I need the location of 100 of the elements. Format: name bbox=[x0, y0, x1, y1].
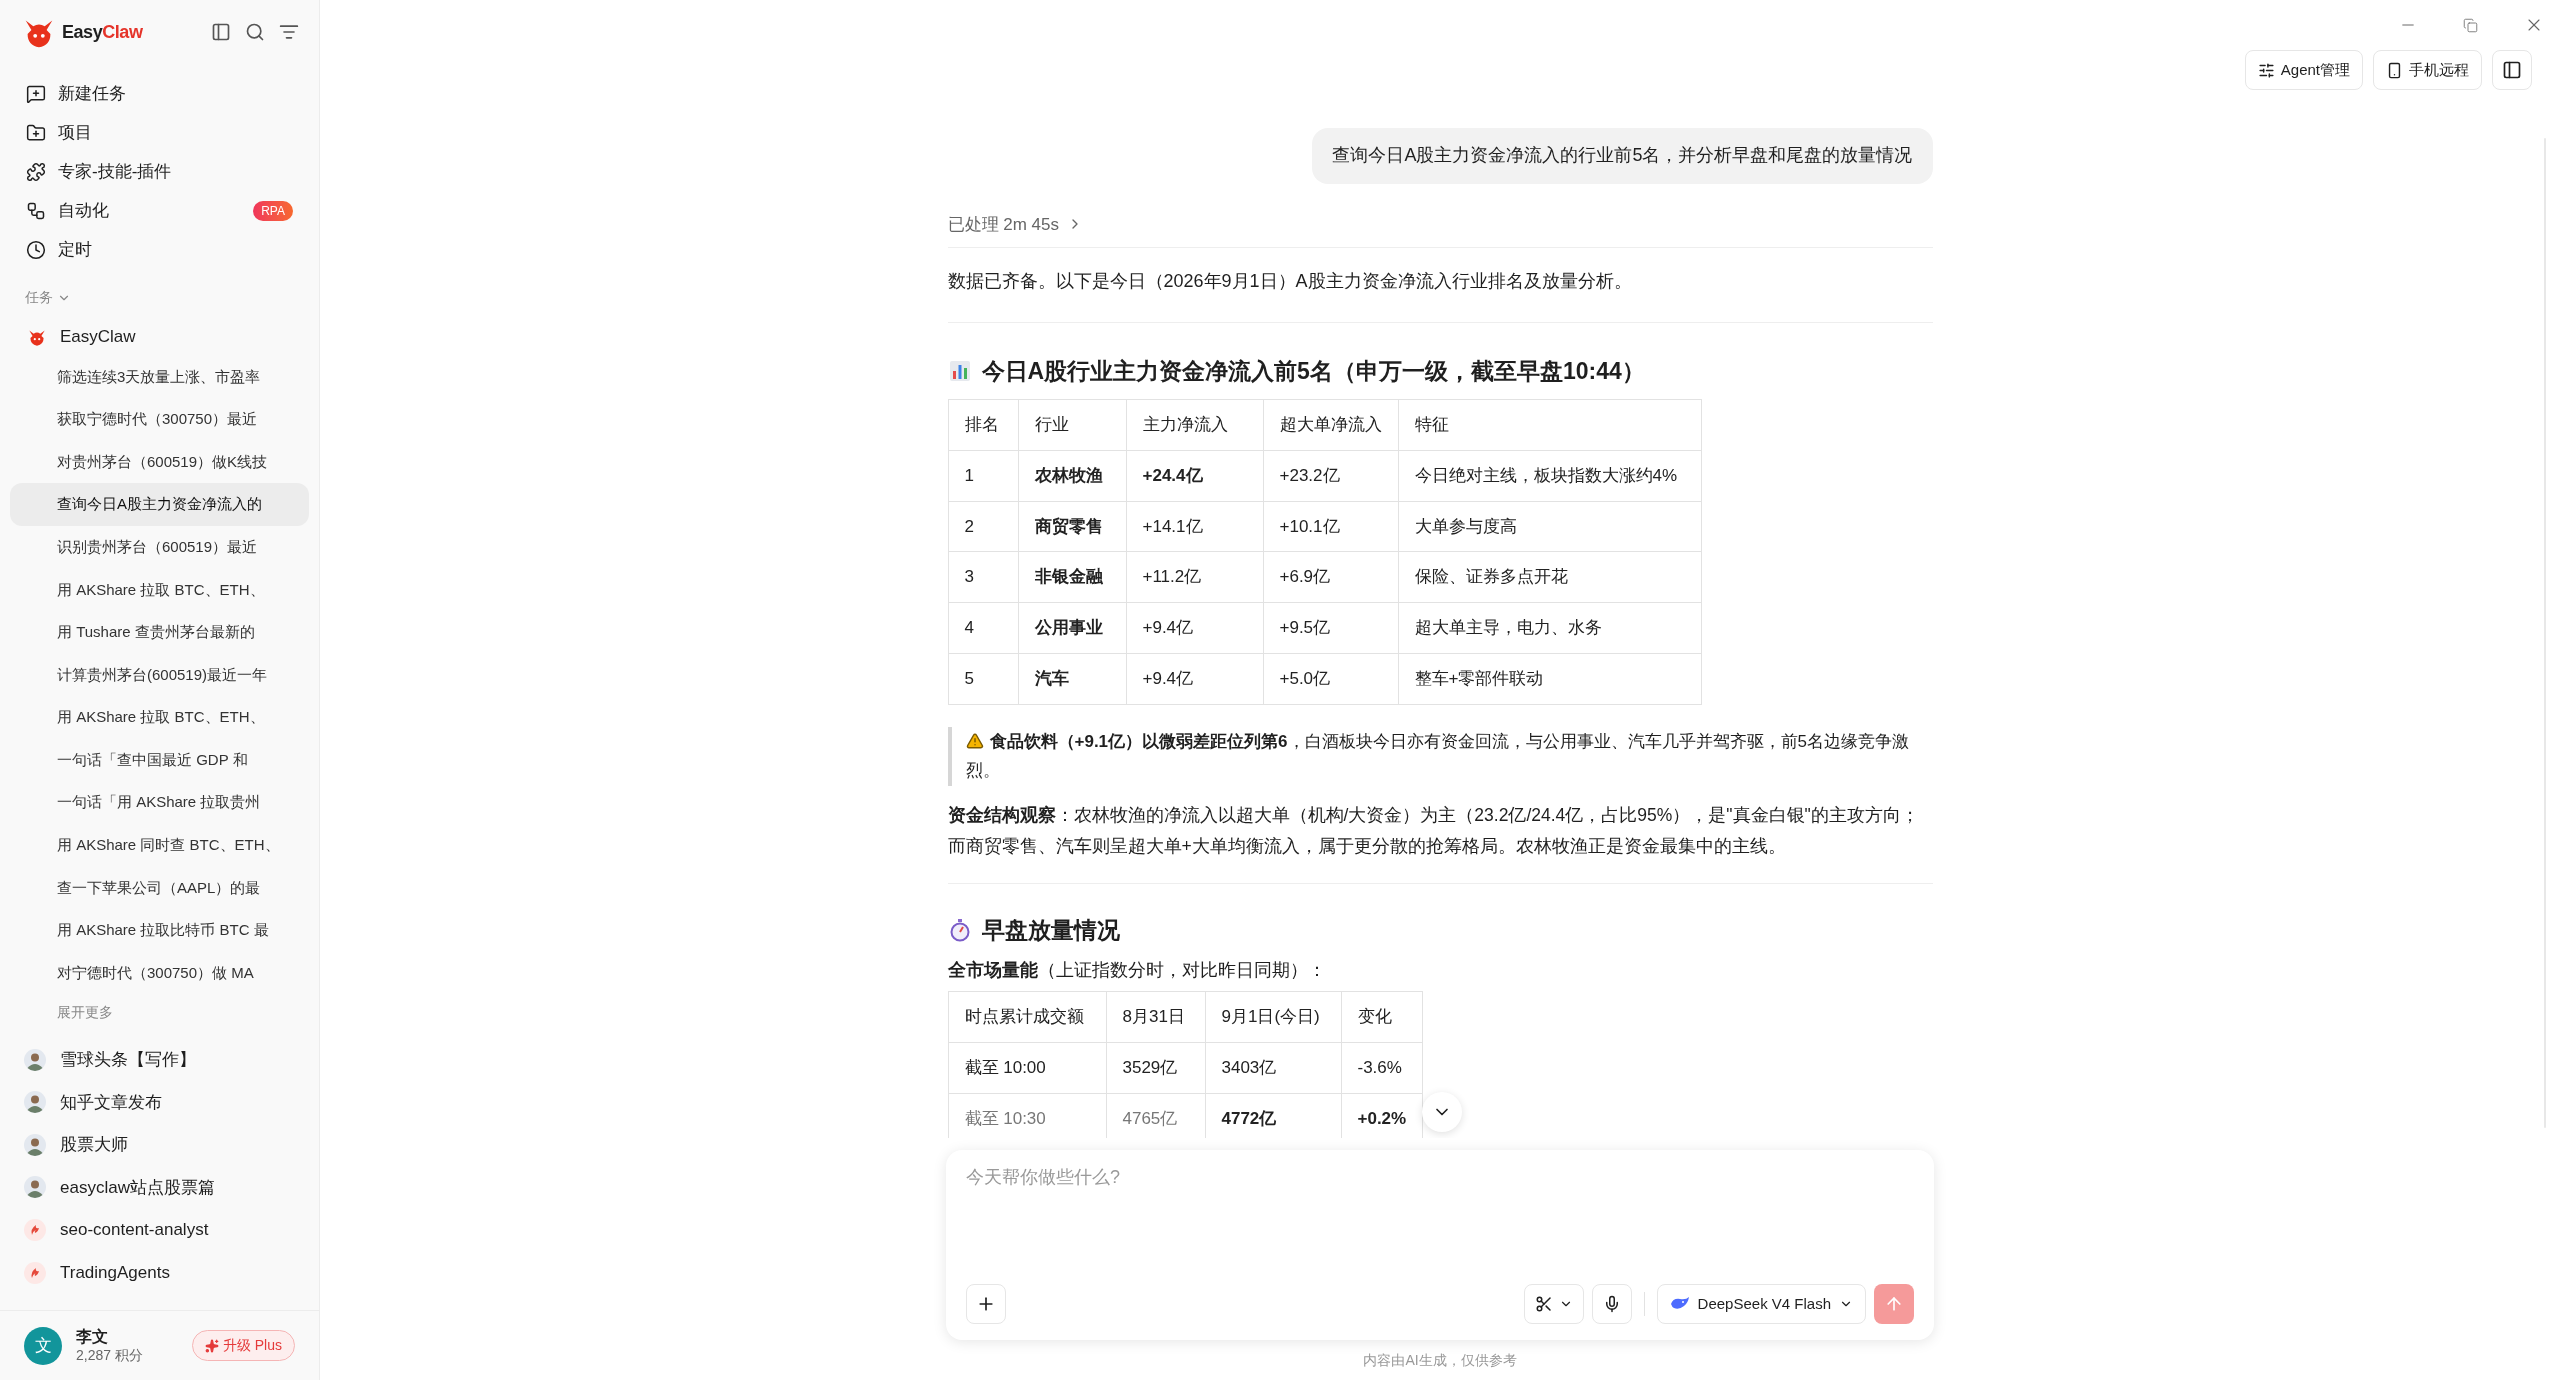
show-more-link[interactable]: 展开更多 bbox=[10, 994, 309, 1031]
column-header: 超大单净流入 bbox=[1263, 399, 1398, 451]
filter-icon[interactable] bbox=[279, 22, 299, 42]
avatar-icon bbox=[24, 1048, 46, 1071]
bar-chart-icon bbox=[947, 358, 972, 383]
table-cell: +11.2亿 bbox=[1126, 551, 1263, 603]
table-cell: 2 bbox=[948, 501, 1018, 552]
table-cell: +5.0亿 bbox=[1263, 653, 1398, 704]
puzzle-icon bbox=[26, 161, 46, 182]
table-cell: 5 bbox=[948, 653, 1018, 704]
task-item[interactable]: 识别贵州茅台（600519）最近 bbox=[10, 525, 309, 569]
task-item[interactable]: 计算贵州茅台(600519)最近一年 bbox=[10, 653, 309, 697]
phone-remote-button[interactable]: 手机远程 bbox=[2373, 50, 2482, 90]
column-header: 9月1日(今日) bbox=[1205, 991, 1341, 1043]
table-cell: 超大单主导，电力、水务 bbox=[1398, 602, 1701, 654]
phone-icon bbox=[2386, 61, 2403, 79]
column-header: 8月31日 bbox=[1106, 991, 1205, 1043]
column-header: 变化 bbox=[1341, 991, 1423, 1043]
table-cell: 汽车 bbox=[1018, 653, 1126, 704]
model-selector[interactable]: DeepSeek V4 Flash bbox=[1656, 1284, 1866, 1324]
sliders-icon bbox=[2257, 61, 2275, 79]
section-toggle[interactable]: 任务 bbox=[0, 287, 319, 308]
warning-icon bbox=[965, 731, 984, 750]
scissors-icon bbox=[1534, 1295, 1553, 1313]
rpa-badge: RPA bbox=[253, 200, 293, 221]
agent-item[interactable]: 股票大师 bbox=[24, 1123, 295, 1167]
table-cell: 农林牧渔 bbox=[1018, 450, 1126, 501]
nav-item[interactable]: 新建任务 bbox=[12, 74, 307, 113]
whale-icon bbox=[1669, 1296, 1690, 1312]
avatar-icon bbox=[24, 1133, 46, 1156]
table-cell: 大单参与度高 bbox=[1398, 501, 1701, 552]
user-points: 2,287 积分 bbox=[76, 1346, 143, 1365]
agent-item[interactable]: 知乎文章发布 bbox=[24, 1081, 295, 1124]
task-item[interactable]: 对宁德时代（300750）做 MA bbox=[10, 951, 309, 995]
nav-item[interactable]: 专家-技能-插件 bbox=[12, 152, 307, 191]
column-header: 特征 bbox=[1398, 399, 1701, 451]
microphone-button[interactable] bbox=[1591, 1284, 1632, 1324]
user-message: 查询今日A股主力资金净流入的行业前5名，并分析早盘和尾盘的放量情况 bbox=[1312, 128, 1933, 184]
message-input[interactable]: 今天帮你做些什么? bbox=[966, 1164, 1914, 1284]
panel-icon bbox=[2502, 60, 2522, 80]
table-cell: +6.9亿 bbox=[1263, 551, 1398, 603]
task-item[interactable]: 获取宁德时代（300750）最近 bbox=[10, 398, 309, 441]
task-item[interactable]: 用 AKShare 拉取比特币 BTC 最 bbox=[10, 909, 309, 952]
task-item[interactable]: 筛选连续3天放量上涨、市盈率 bbox=[10, 355, 309, 399]
agent-item[interactable]: seo-content-analyst bbox=[24, 1208, 295, 1252]
table-cell: +23.2亿 bbox=[1263, 450, 1398, 501]
table-cell: +9.4亿 bbox=[1126, 653, 1263, 704]
table-cell: +9.5亿 bbox=[1263, 602, 1398, 654]
chat-plus-icon bbox=[26, 83, 46, 104]
task-item[interactable]: 查一下苹果公司（AAPL）的最 bbox=[10, 866, 309, 910]
tools-button[interactable] bbox=[1523, 1284, 1584, 1324]
flame-avatar-icon bbox=[24, 1261, 46, 1284]
search-icon[interactable] bbox=[245, 22, 265, 42]
section-heading: 早盘放量情况 bbox=[981, 916, 1120, 946]
table-cell: 公用事业 bbox=[1018, 602, 1126, 654]
table-cell: +14.1亿 bbox=[1126, 501, 1263, 552]
task-item[interactable]: 一句话「查中国最近 GDP 和 bbox=[10, 738, 309, 782]
agent-item[interactable]: TradingAgents bbox=[24, 1251, 295, 1294]
sidebar-toggle-icon[interactable] bbox=[211, 22, 231, 42]
table-cell: 整车+零部件联动 bbox=[1398, 653, 1701, 704]
table-cell: 3529亿 bbox=[1106, 1042, 1205, 1094]
user-avatar[interactable]: 文 bbox=[24, 1326, 62, 1365]
group-title[interactable]: EasyClaw bbox=[60, 324, 136, 350]
upgrade-button[interactable]: 升级 Plus bbox=[191, 1330, 295, 1361]
agent-button[interactable]: Agent管理 bbox=[2244, 50, 2363, 90]
nav-item[interactable]: 定时 bbox=[12, 230, 307, 269]
table-cell: 1 bbox=[948, 450, 1018, 501]
table-cell: +24.4亿 bbox=[1126, 450, 1263, 501]
task-item[interactable]: 一句话「用 AKShare 拉取贵州 bbox=[10, 781, 309, 825]
workflow-icon bbox=[26, 200, 46, 221]
task-item[interactable]: 用 Tushare 查贵州茅台最新的 bbox=[10, 611, 309, 654]
avatar-icon bbox=[24, 1091, 46, 1114]
task-item[interactable]: 用 AKShare 同时查 BTC、ETH、 bbox=[10, 824, 309, 867]
clock-icon bbox=[26, 239, 46, 260]
section-heading: 今日A股行业主力资金净流入前5名（申万一级，截至早盘10:44） bbox=[981, 356, 1645, 386]
disclaimer: 内容由AI生成，仅供参考 bbox=[1362, 1350, 1518, 1370]
task-item[interactable]: 用 AKShare 拉取 BTC、ETH、 bbox=[10, 696, 309, 739]
agent-item[interactable]: 雪球头条【写作】 bbox=[24, 1038, 295, 1081]
column-header: 排名 bbox=[948, 399, 1018, 451]
table-cell: 4 bbox=[948, 602, 1018, 654]
column-header: 行业 bbox=[1018, 399, 1126, 451]
processed-toggle[interactable]: 已处理 2m 45s bbox=[947, 209, 1083, 240]
table-cell: +9.4亿 bbox=[1126, 602, 1263, 654]
table-cell: -3.6% bbox=[1341, 1042, 1423, 1094]
nav-item[interactable]: 项目 bbox=[12, 113, 307, 152]
task-item[interactable]: 对贵州茅台（600519）做K线技 bbox=[10, 440, 309, 484]
table-cell: 非银金融 bbox=[1018, 551, 1126, 603]
table-cell: 截至 10:00 bbox=[948, 1042, 1106, 1094]
table-cell: 商贸零售 bbox=[1018, 501, 1126, 552]
agent-item[interactable]: easyclaw站点股票篇 bbox=[24, 1166, 295, 1209]
restore-icon[interactable] bbox=[2463, 17, 2478, 33]
task-item[interactable]: 查询今日A股主力资金净流入的 bbox=[10, 483, 309, 526]
panel-toggle-button[interactable] bbox=[2492, 50, 2532, 90]
add-button[interactable] bbox=[966, 1284, 1006, 1324]
table-cell: 3 bbox=[948, 551, 1018, 603]
table-cell: 保险、证券多点开花 bbox=[1398, 551, 1701, 603]
sparkle-icon bbox=[204, 1338, 219, 1353]
intro-paragraph: 数据已齐备。以下是今日（2026年9月1日）A股主力资金净流入行业排名及放量分析。 bbox=[947, 270, 1633, 294]
task-item[interactable]: 用 AKShare 拉取 BTC、ETH、 bbox=[10, 568, 309, 612]
nav-item[interactable]: 自动化 RPA bbox=[12, 191, 307, 230]
